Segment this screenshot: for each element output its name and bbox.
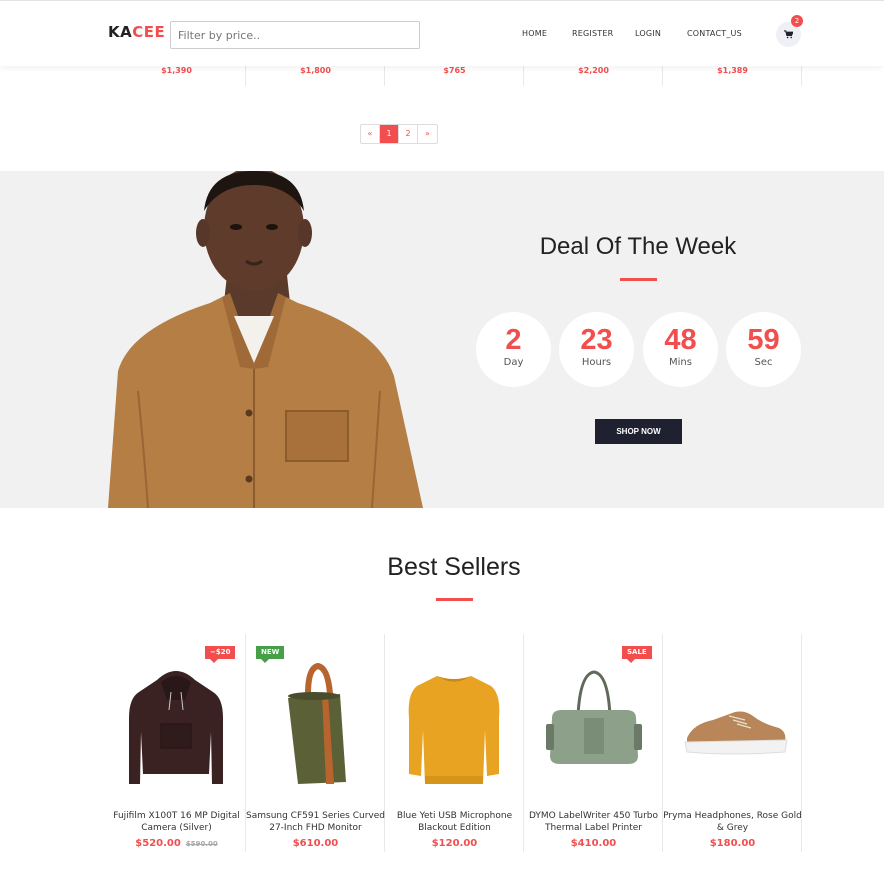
countdown-label: Mins: [669, 357, 692, 368]
product-name[interactable]: Pryma Headphones, Rose Gold & Grey: [663, 810, 802, 834]
product-name[interactable]: DYMO LabelWriter 450 Turbo Thermal Label…: [524, 810, 663, 834]
countdown-label: Hours: [581, 357, 612, 368]
product-price: $120.00: [431, 838, 478, 849]
product-name[interactable]: Fujifilm X100T 16 MP Digital Camera (Sil…: [107, 810, 246, 834]
product-card[interactable]: SALE DYMO LabelWriter 450 Turbo Thermal …: [524, 634, 663, 852]
nav-home[interactable]: HOME: [522, 29, 547, 38]
countdown-mins: 48 Mins: [643, 312, 718, 387]
countdown-value: 59: [747, 324, 780, 356]
product-card[interactable]: Pryma Headphones, Rose Gold & Grey $180.…: [663, 634, 802, 852]
product-price: $180.00: [709, 838, 756, 849]
hoodie-image: [129, 671, 223, 784]
product-card[interactable]: NEW Samsung CF591 Series Curved 27-Inch …: [246, 634, 385, 852]
title-underline: [436, 598, 473, 601]
logo-text-accent: CEE: [132, 23, 166, 41]
duffel-bag-image: [546, 670, 642, 764]
cart-count-badge: 2: [791, 15, 803, 27]
countdown-days: 2 Day: [476, 312, 551, 387]
logo-text-primary: KA: [108, 23, 133, 41]
countdown-value: 48: [664, 324, 697, 356]
product-name[interactable]: Blue Yeti USB Microphone Blackout Editio…: [385, 810, 524, 834]
sneaker-image: [684, 711, 788, 755]
pagination-page-1[interactable]: 1: [380, 125, 399, 143]
product-price: $520.00: [135, 838, 181, 849]
bucket-bag-image: [288, 662, 346, 784]
pagination-next[interactable]: »: [418, 125, 437, 143]
product-price: $765: [443, 66, 466, 75]
product-price-row: $610.00: [246, 838, 385, 849]
nav-contact-us[interactable]: CONTACT_US: [687, 29, 742, 38]
product-price: $610.00: [292, 838, 339, 849]
nav-login[interactable]: LOGIN: [635, 29, 661, 38]
product-price-row: $120.00: [385, 838, 524, 849]
nav-register[interactable]: REGISTER: [572, 29, 613, 38]
product-price-row: $410.00: [524, 838, 663, 849]
divider: [107, 634, 108, 852]
cart-icon: [784, 30, 793, 39]
site-header: KACEE HOME REGISTER LOGIN CONTACT_US 2: [0, 0, 884, 66]
countdown-secs: 59 Sec: [726, 312, 801, 387]
pagination-page-2[interactable]: 2: [399, 125, 418, 143]
sale-badge: SALE: [622, 646, 652, 663]
product-price: $2,200: [578, 66, 609, 75]
product-price: $1,389: [717, 66, 748, 75]
model-image: [108, 171, 423, 508]
countdown-hours: 23 Hours: [559, 312, 634, 387]
product-price: $410.00: [570, 838, 617, 849]
countdown-label: Sec: [754, 357, 773, 368]
product-price: $1,800: [300, 66, 331, 75]
shop-now-button[interactable]: SHOP NOW: [595, 419, 682, 444]
product-price-row: $180.00: [663, 838, 802, 849]
product-price-row: $520.00 $590.00: [107, 838, 246, 849]
sweater-image: [408, 676, 500, 784]
product-old-price: $590.00: [185, 840, 218, 848]
title-underline: [620, 278, 657, 281]
product-card[interactable]: Blue Yeti USB Microphone Blackout Editio…: [385, 634, 524, 852]
pagination: « 1 2 »: [360, 124, 438, 144]
best-sellers-title: Best Sellers: [387, 553, 521, 581]
countdown-value: 2: [505, 324, 522, 356]
new-badge: NEW: [256, 646, 285, 663]
product-name[interactable]: Samsung CF591 Series Curved 27-Inch FHD …: [246, 810, 385, 834]
discount-badge: −$20: [205, 646, 236, 663]
deal-title: Deal Of The Week: [539, 233, 737, 260]
logo[interactable]: KACEE: [108, 23, 165, 41]
pagination-prev[interactable]: «: [361, 125, 380, 143]
product-price: $1,390: [161, 66, 192, 75]
countdown-value: 23: [580, 324, 613, 356]
countdown-label: Day: [503, 357, 524, 368]
price-filter-input[interactable]: [170, 21, 420, 49]
product-card[interactable]: −$20 Fujifilm X100T 16 MP Digital Camera…: [107, 634, 246, 852]
